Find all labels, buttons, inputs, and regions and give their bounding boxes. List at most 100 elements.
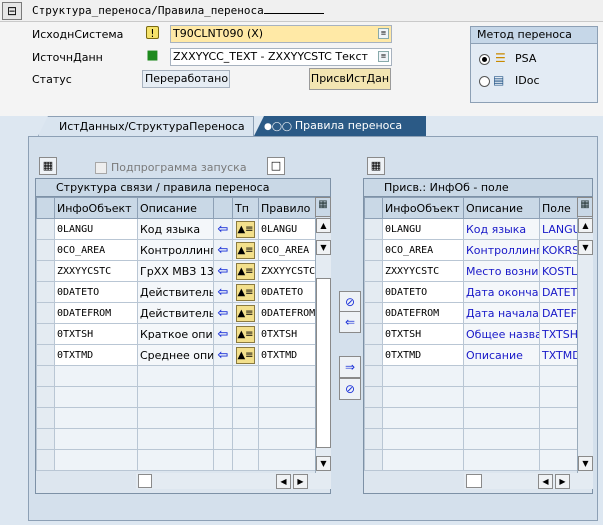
right-settings-icon[interactable]: ▦ <box>367 157 385 175</box>
left-scroll-up-icon[interactable]: ▲ <box>316 218 331 233</box>
transfer-rule-icon[interactable]: ▲≡ <box>236 326 255 343</box>
right-scroll-bottom-icon[interactable]: ▼ <box>578 456 593 471</box>
row-selector[interactable] <box>36 428 55 450</box>
tab-datasource-structure[interactable]: ИстДанных/СтруктураПереноса <box>38 116 254 136</box>
left-hscroll[interactable]: ◀ ▶ <box>136 473 331 489</box>
right-sel-header[interactable] <box>364 197 383 219</box>
assign-link-icon[interactable]: ⊘ <box>339 291 361 313</box>
rule-type-cell[interactable]: ▲≡ <box>232 344 259 366</box>
arrow-left-icon[interactable]: ⇦ <box>215 241 232 260</box>
transfer-rule-icon[interactable]: ▲≡ <box>236 347 255 364</box>
transfer-rule-icon[interactable]: ▲≡ <box>236 242 255 259</box>
row-selector[interactable] <box>36 365 55 387</box>
left-col-arrow[interactable] <box>213 197 233 219</box>
row-selector[interactable] <box>364 302 383 324</box>
row-selector[interactable] <box>36 281 55 303</box>
right-col-infoobject[interactable]: ИнфоОбъект <box>382 197 464 219</box>
radio-idoc[interactable] <box>479 76 490 87</box>
radio-psa[interactable] <box>479 54 490 65</box>
rule-type-cell[interactable]: ▲≡ <box>232 260 259 282</box>
rule-type-cell[interactable]: ▲≡ <box>232 239 259 261</box>
table-row: ZXXYYCSTC Место возник KOSTL <box>364 260 578 282</box>
transfer-rule-icon[interactable]: ▲≡ <box>236 263 255 280</box>
row-selector[interactable] <box>36 323 55 345</box>
datasource-field[interactable]: ZXXYYCC_TEXT - ZXXYYCSTC Текст <box>170 48 392 66</box>
assign-arrow-cell[interactable]: ⇦ <box>213 260 233 282</box>
left-scroll-bottom-icon[interactable]: ▼ <box>316 456 331 471</box>
assign-arrow-cell[interactable]: ⇦ <box>213 239 233 261</box>
left-vscroll[interactable]: ▲ ▼ ▼ <box>315 218 331 473</box>
left-col-rule[interactable]: Правило <box>258 197 316 219</box>
row-selector[interactable] <box>36 407 55 429</box>
row-selector[interactable] <box>364 428 383 450</box>
left-hscroll-thumb[interactable] <box>138 474 152 488</box>
assign-arrow-cell[interactable]: ⇦ <box>213 344 233 366</box>
left-scroll-left-icon[interactable]: ◀ <box>276 474 291 489</box>
left-scroll-down-icon[interactable]: ▼ <box>316 240 331 255</box>
left-vscroll-thumb[interactable] <box>316 278 331 448</box>
screen-menu-icon[interactable]: ⊟ <box>2 2 22 20</box>
row-selector[interactable] <box>364 344 383 366</box>
transfer-rule-icon[interactable]: ▲≡ <box>236 221 255 238</box>
right-column-config-icon[interactable]: ▦ <box>577 197 593 217</box>
left-settings-icon[interactable]: ▦ <box>39 157 57 175</box>
assign-arrow-cell[interactable]: ⇦ <box>213 281 233 303</box>
row-selector[interactable] <box>364 386 383 408</box>
left-col-infoobject[interactable]: ИнфоОбъект <box>54 197 138 219</box>
unassign-link-icon[interactable]: ⊘ <box>339 378 361 400</box>
left-col-description[interactable]: Описание <box>137 197 214 219</box>
transfer-rule-icon[interactable]: ▲≡ <box>236 284 255 301</box>
row-selector[interactable] <box>364 239 383 261</box>
assign-arrow-cell[interactable]: ⇦ <box>213 323 233 345</box>
row-selector[interactable] <box>364 449 383 471</box>
arrow-left-icon[interactable]: ⇦ <box>215 283 232 302</box>
left-col-type[interactable]: Тп <box>232 197 259 219</box>
arrow-left-icon[interactable]: ⇦ <box>215 304 232 323</box>
assign-datasource-button[interactable]: ПрисвИстДан <box>309 68 391 90</box>
rule-type-cell[interactable]: ▲≡ <box>232 323 259 345</box>
right-scroll-right-icon[interactable]: ▶ <box>555 474 570 489</box>
rule-type-cell[interactable]: ▲≡ <box>232 281 259 303</box>
move-left-icon[interactable]: ⇐ <box>339 311 361 333</box>
rule-type-cell[interactable]: ▲≡ <box>232 218 259 240</box>
row-selector[interactable] <box>364 407 383 429</box>
right-scroll-up-icon[interactable]: ▲ <box>578 218 593 233</box>
row-selector[interactable] <box>364 218 383 240</box>
move-right-icon[interactable]: ⇒ <box>339 356 361 378</box>
row-selector[interactable] <box>36 386 55 408</box>
row-selector[interactable] <box>364 365 383 387</box>
right-hscroll-thumb[interactable] <box>466 474 482 488</box>
assign-arrow-cell[interactable]: ⇦ <box>213 302 233 324</box>
right-scroll-left-icon[interactable]: ◀ <box>538 474 553 489</box>
assign-arrow-cell[interactable]: ⇦ <box>213 218 233 240</box>
right-col-field[interactable]: Поле <box>539 197 578 219</box>
transfer-rule-icon[interactable]: ▲≡ <box>236 305 255 322</box>
rule-type-cell[interactable]: ▲≡ <box>232 302 259 324</box>
datasource-help-icon[interactable]: ≡ <box>378 51 389 62</box>
left-column-config-icon[interactable]: ▦ <box>315 197 331 217</box>
row-selector[interactable] <box>364 323 383 345</box>
source-system-help-icon[interactable]: ≡ <box>378 28 389 39</box>
source-system-field[interactable]: T90CLNT090 (X) <box>170 25 392 43</box>
create-routine-icon[interactable]: □ <box>267 157 285 175</box>
right-scroll-down-icon[interactable]: ▼ <box>578 240 593 255</box>
right-col-description[interactable]: Описание <box>463 197 540 219</box>
right-hscroll[interactable]: ◀ ▶ <box>464 473 593 489</box>
arrow-left-icon[interactable]: ⇦ <box>215 346 232 365</box>
left-scroll-right-icon[interactable]: ▶ <box>293 474 308 489</box>
arrow-left-icon[interactable]: ⇦ <box>215 325 232 344</box>
row-selector[interactable] <box>36 449 55 471</box>
row-selector[interactable] <box>36 239 55 261</box>
left-sel-header[interactable] <box>36 197 55 219</box>
right-vscroll[interactable]: ▲ ▼ ▼ <box>577 218 593 473</box>
row-selector[interactable] <box>36 302 55 324</box>
tab-transfer-rules[interactable]: ●◯◯ Правила переноса <box>254 116 426 136</box>
row-selector[interactable] <box>36 344 55 366</box>
arrow-left-icon[interactable]: ⇦ <box>215 262 232 281</box>
row-selector[interactable] <box>364 260 383 282</box>
row-selector[interactable] <box>36 260 55 282</box>
arrow-left-icon[interactable]: ⇦ <box>215 220 232 239</box>
row-selector[interactable] <box>364 281 383 303</box>
start-routine-checkbox[interactable] <box>95 162 107 174</box>
row-selector[interactable] <box>36 218 55 240</box>
